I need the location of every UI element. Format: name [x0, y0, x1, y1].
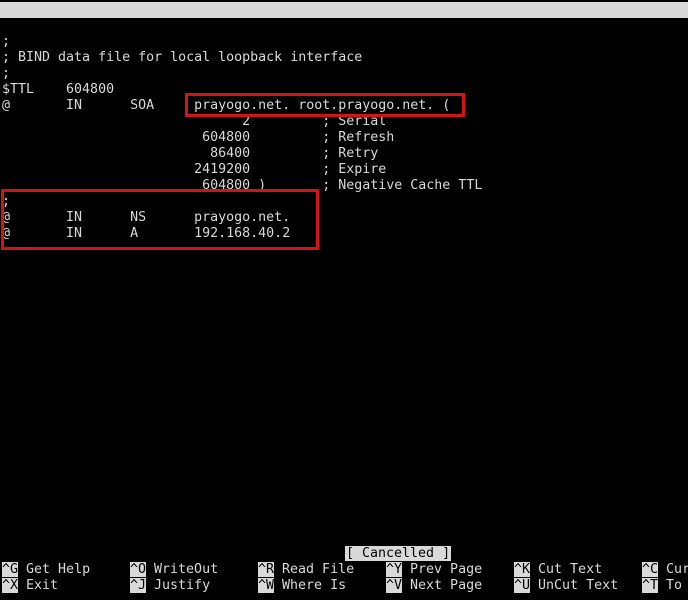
editor-line-9[interactable]: 2419200 ; Expire — [2, 162, 386, 178]
soa-highlight-box — [185, 93, 465, 117]
editor-line-1[interactable]: ; — [2, 34, 10, 50]
status-message: [ Cancelled ] — [345, 546, 452, 561]
shortcut-label: Prev Page — [410, 562, 483, 577]
shortcut-label: To — [666, 578, 683, 593]
shortcut-writeout[interactable]: ^O WriteOut — [130, 562, 218, 578]
shortcut-key: ^R — [258, 562, 275, 577]
shortcut-key: ^C — [642, 562, 659, 577]
shortcut-bar: ^G Get Help ^O WriteOut ^R Read File ^Y … — [0, 562, 688, 596]
shortcut-cut-text[interactable]: ^K Cut Text — [514, 562, 602, 578]
editor-line-8[interactable]: 86400 ; Retry — [2, 146, 378, 162]
shortcut-label: Exit — [26, 578, 59, 593]
nano-title-bar: GNU nano 2.2.6 File: db.prayogo.net — [0, 2, 688, 49]
shortcut-uncut-text[interactable]: ^U UnCut Text — [514, 578, 618, 594]
nano-version: GNU nano 2.2.6 — [18, 18, 131, 33]
shortcut-key: ^G — [2, 562, 19, 577]
shortcut-key: ^V — [386, 578, 403, 593]
shortcut-key: ^Y — [386, 562, 403, 577]
shortcut-where-is[interactable]: ^W Where Is — [258, 578, 346, 594]
shortcut-key: ^T — [642, 578, 659, 593]
shortcut-key: ^K — [514, 562, 531, 577]
shortcut-label: Cut Text — [538, 562, 603, 577]
editor-line-7[interactable]: 604800 ; Refresh — [2, 130, 394, 146]
shortcut-get-help[interactable]: ^G Get Help — [2, 562, 90, 578]
editor-line-3[interactable]: ; — [2, 66, 10, 82]
shortcut-prev-page[interactable]: ^Y Prev Page — [386, 562, 482, 578]
shortcut-next-page[interactable]: ^V Next Page — [386, 578, 482, 594]
shortcut-to-spell[interactable]: ^T To — [642, 578, 682, 594]
shortcut-justify[interactable]: ^J Justify — [130, 578, 210, 594]
shortcut-key: ^X — [2, 578, 19, 593]
shortcut-label: Where Is — [282, 578, 347, 593]
shortcut-label: Read File — [282, 562, 355, 577]
records-highlight-box — [1, 189, 319, 250]
shortcut-cur-pos[interactable]: ^C Cur — [642, 562, 688, 578]
shortcut-label: Justify — [154, 578, 211, 593]
shortcut-label: Get Help — [26, 562, 91, 577]
shortcut-read-file[interactable]: ^R Read File — [258, 562, 354, 578]
shortcut-label: UnCut Text — [538, 578, 619, 593]
shortcut-label: Cur — [666, 562, 688, 577]
editor-line-4[interactable]: $TTL 604800 — [2, 82, 114, 98]
shortcut-key: ^W — [258, 578, 275, 593]
shortcut-key: ^U — [514, 578, 531, 593]
shortcut-key: ^J — [130, 578, 147, 593]
shortcut-key: ^O — [130, 562, 147, 577]
shortcut-label: Next Page — [410, 578, 483, 593]
shortcut-exit[interactable]: ^X Exit — [2, 578, 58, 594]
shortcut-label: WriteOut — [154, 562, 219, 577]
editor-line-2[interactable]: ; BIND data file for local loopback inte… — [2, 50, 362, 66]
